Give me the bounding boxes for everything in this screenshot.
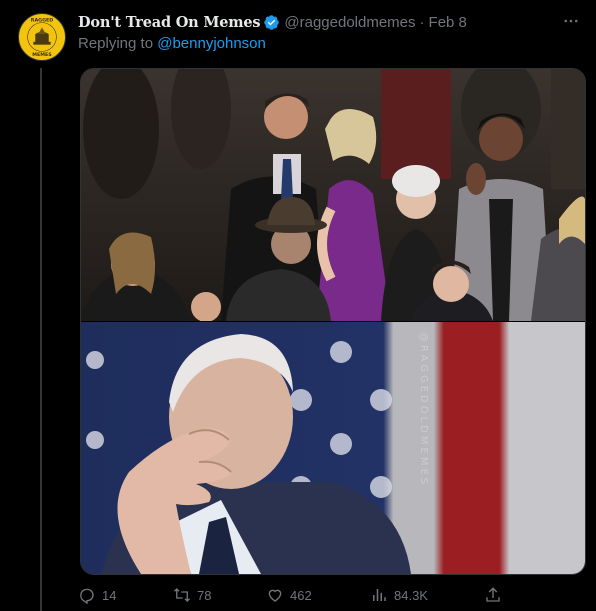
photo-crowd[interactable] bbox=[81, 69, 585, 321]
tweet-date[interactable]: Feb 8 bbox=[429, 14, 467, 31]
replying-to-label: Replying to bbox=[78, 35, 154, 52]
photo-facepalm[interactable] bbox=[81, 322, 585, 574]
like-count: 462 bbox=[290, 587, 312, 603]
more-icon[interactable] bbox=[560, 10, 582, 32]
reply-count: 14 bbox=[102, 587, 117, 603]
share-icon bbox=[486, 587, 500, 602]
user-handle[interactable]: @raggedoldmemes bbox=[284, 14, 415, 31]
reply-mention-link[interactable]: @bennyjohnson bbox=[157, 35, 266, 52]
views-icon bbox=[373, 589, 386, 601]
heart-icon bbox=[268, 589, 282, 602]
reply-button[interactable]: 14 bbox=[78, 586, 116, 604]
avatar[interactable]: RAGGED MEMES bbox=[18, 13, 66, 61]
views-count: 84.3K bbox=[394, 587, 428, 603]
retweet-count: 78 bbox=[197, 587, 212, 603]
share-button[interactable] bbox=[484, 586, 502, 604]
replying-to: Replying to @bennyjohnson bbox=[78, 35, 266, 52]
watermark: @RAGGEDOLDMEMES bbox=[418, 332, 429, 488]
retweet-icon bbox=[174, 588, 190, 602]
retweet-button[interactable]: 78 bbox=[173, 586, 211, 604]
tweet-actions: 14 78 462 84.3K bbox=[78, 586, 500, 606]
verified-badge-icon[interactable] bbox=[263, 14, 280, 31]
thread-line bbox=[40, 68, 42, 611]
svg-text:MEMES: MEMES bbox=[32, 52, 52, 58]
display-name[interactable]: Don't Tread On Memes bbox=[78, 14, 261, 31]
tweet-header: Don't Tread On Memes @raggedoldmemes · F… bbox=[78, 12, 467, 32]
views-button[interactable]: 84.3K bbox=[370, 586, 428, 604]
tweet-media[interactable]: @RAGGEDOLDMEMES bbox=[80, 68, 586, 575]
reply-icon bbox=[80, 588, 94, 604]
svg-text:RAGGED: RAGGED bbox=[31, 18, 53, 24]
avatar-logo: RAGGED MEMES bbox=[19, 14, 65, 60]
separator-dot: · bbox=[419, 13, 425, 31]
like-button[interactable]: 462 bbox=[266, 586, 312, 604]
